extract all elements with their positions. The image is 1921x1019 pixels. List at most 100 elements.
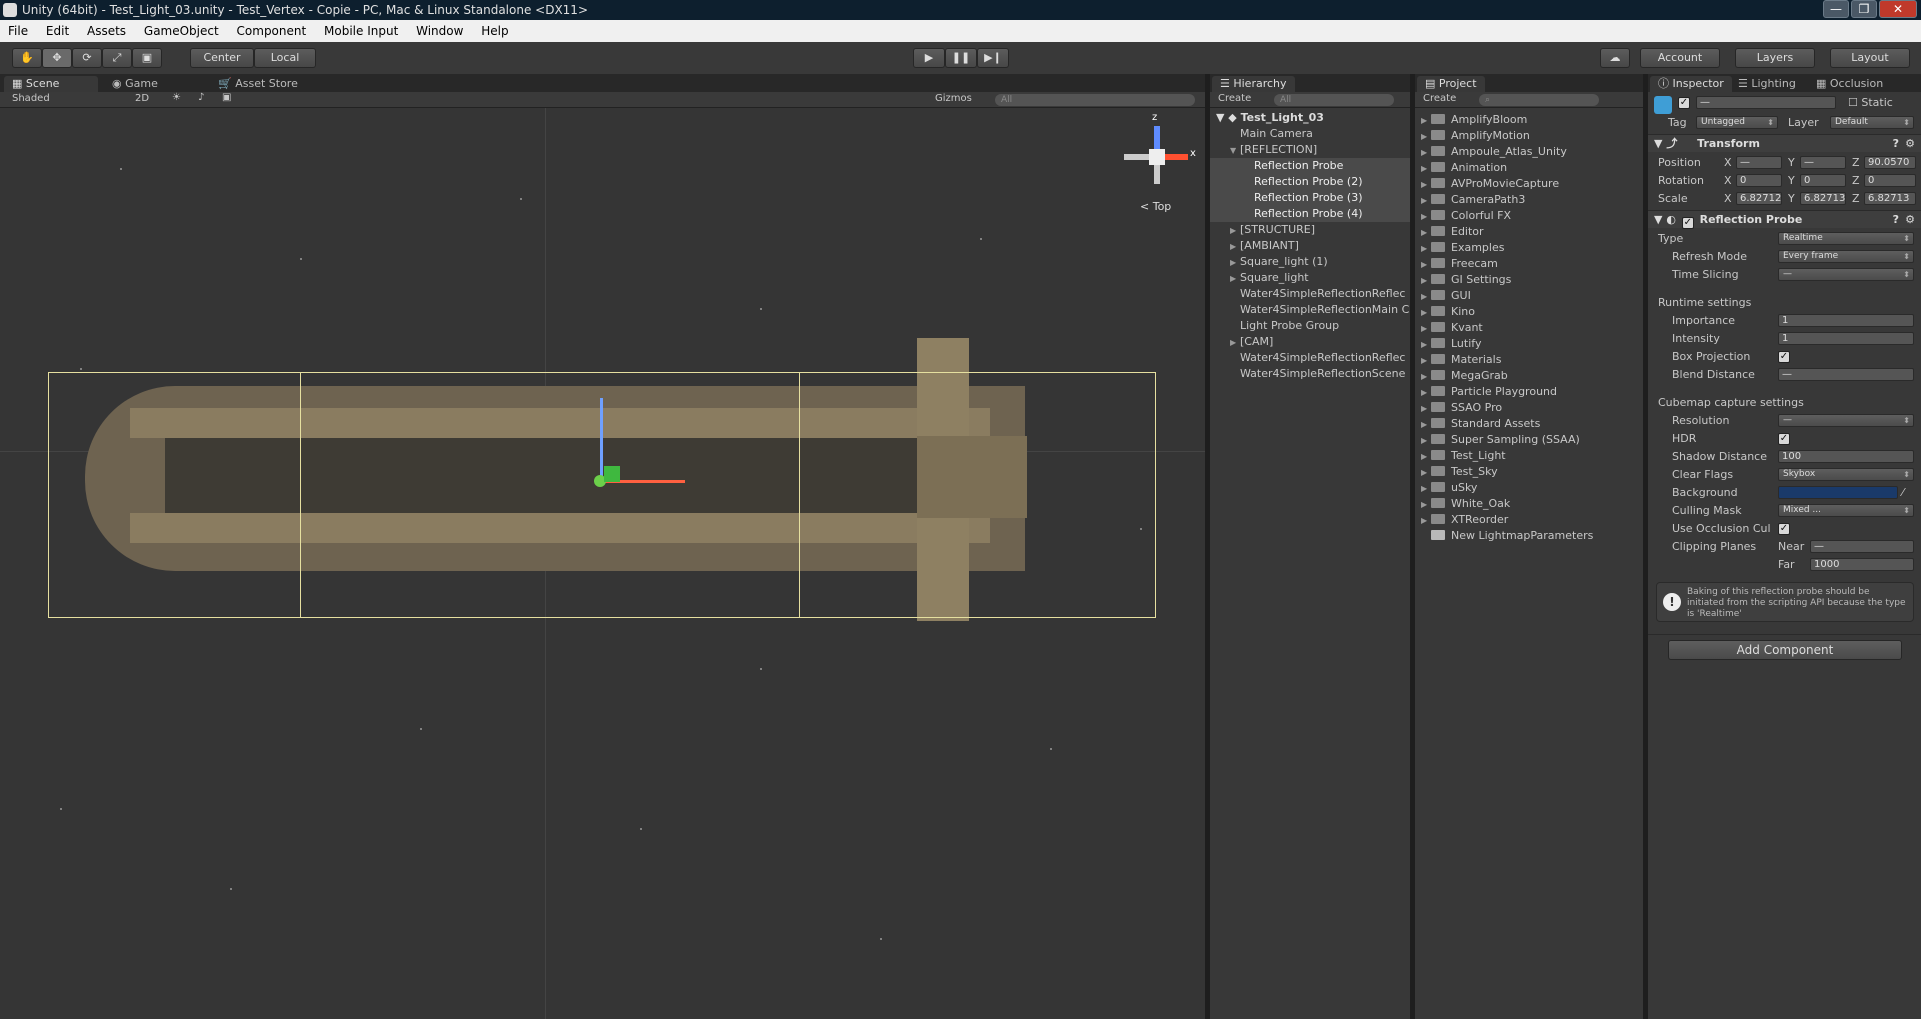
expand-arrow-icon[interactable]: ▼ [1230, 143, 1240, 158]
menu-window[interactable]: Window [416, 24, 463, 38]
project-folder-item[interactable]: ▶ GUI [1415, 288, 1643, 304]
gear-icon[interactable]: ⚙ [1905, 211, 1915, 229]
project-folder-item[interactable]: ▶ uSky [1415, 480, 1643, 496]
expand-arrow-icon[interactable]: ▶ [1421, 113, 1431, 128]
expand-arrow-icon[interactable]: ▶ [1421, 209, 1431, 224]
maximize-button[interactable]: ❐ [1851, 0, 1877, 18]
hierarchy-item[interactable]: Reflection Probe (4) [1210, 206, 1410, 222]
hierarchy-item[interactable]: Reflection Probe [1210, 158, 1410, 174]
tab-asset-store[interactable]: 🛒 Asset Store [210, 76, 306, 92]
pause-button-icon[interactable]: ❚❚ [945, 48, 977, 68]
project-folder-item[interactable]: ▶ AVProMovieCapture [1415, 176, 1643, 192]
scene-viewport[interactable]: z x < Top [0, 108, 1205, 1019]
project-folder-item[interactable]: ▶ MegaGrab [1415, 368, 1643, 384]
project-folder-item[interactable]: ▶ AmplifyBloom [1415, 112, 1643, 128]
project-folder-item[interactable]: ▶ Kino [1415, 304, 1643, 320]
expand-arrow-icon[interactable]: ▶ [1421, 369, 1431, 384]
project-folder-item[interactable]: ▶ SSAO Pro [1415, 400, 1643, 416]
menu-assets[interactable]: Assets [87, 24, 126, 38]
object-name-field[interactable]: — [1696, 96, 1836, 109]
gizmos-dropdown[interactable]: Gizmos [935, 93, 972, 104]
expand-arrow-icon[interactable]: ▶ [1421, 465, 1431, 480]
menu-file[interactable]: File [8, 24, 28, 38]
expand-arrow-icon[interactable]: ▶ [1421, 129, 1431, 144]
scale-y-field[interactable]: 6.82713 [1800, 192, 1846, 205]
cloud-icon[interactable]: ☁ [1600, 48, 1630, 68]
rotate-tool-icon[interactable]: ⟳ [72, 48, 102, 68]
tab-game[interactable]: ◉ Game [104, 76, 166, 92]
project-folder-item[interactable]: ▶ Editor [1415, 224, 1643, 240]
expand-arrow-icon[interactable]: ▶ [1421, 273, 1431, 288]
project-folder-item[interactable]: ▶ Super Sampling (SSAA) [1415, 432, 1643, 448]
expand-arrow-icon[interactable]: ▶ [1421, 337, 1431, 352]
tab-occlusion[interactable]: ▦ Occlusion [1808, 76, 1891, 92]
hierarchy-item[interactable]: ▶ Square_light (1) [1210, 254, 1410, 270]
layer-dropdown[interactable]: Default [1830, 116, 1914, 129]
project-folder-item[interactable]: ▶ AmplifyMotion [1415, 128, 1643, 144]
hierarchy-item[interactable]: Water4SimpleReflectionMain C [1210, 302, 1410, 318]
layout-dropdown[interactable]: Layout [1830, 48, 1910, 68]
audio-toggle-icon[interactable]: ♪ [198, 92, 204, 103]
hierarchy-item[interactable]: Reflection Probe (3) [1210, 190, 1410, 206]
tab-project[interactable]: ▤ Project [1417, 76, 1485, 92]
project-asset-item[interactable]: New LightmapParameters [1415, 528, 1643, 544]
hierarchy-create-dropdown[interactable]: Create [1218, 93, 1251, 104]
help-icon[interactable]: ? [1893, 211, 1899, 229]
rotation-x-field[interactable]: 0 [1736, 174, 1782, 187]
importance-field[interactable]: 1 [1778, 314, 1914, 327]
position-x-field[interactable]: — [1736, 156, 1782, 169]
shadow-distance-field[interactable]: 100 [1778, 450, 1914, 463]
layers-dropdown[interactable]: Layers [1735, 48, 1815, 68]
project-folder-item[interactable]: ▶ Freecam [1415, 256, 1643, 272]
resolution-dropdown[interactable]: — [1778, 414, 1914, 427]
move-handle-plane[interactable] [604, 466, 620, 482]
expand-arrow-icon[interactable]: ▶ [1421, 257, 1431, 272]
menu-help[interactable]: Help [481, 24, 508, 38]
tab-lighting[interactable]: ☰ Lighting [1730, 76, 1804, 92]
clear-flags-dropdown[interactable]: Skybox [1778, 468, 1914, 481]
project-folder-item[interactable]: ▶ Animation [1415, 160, 1643, 176]
minimize-button[interactable]: — [1823, 0, 1849, 18]
expand-arrow-icon[interactable]: ▶ [1421, 289, 1431, 304]
tab-hierarchy[interactable]: ☰ Hierarchy [1212, 76, 1295, 92]
hierarchy-item[interactable]: ▶ Square_light [1210, 270, 1410, 286]
reflection-probe-header[interactable]: ▼ ◐ ✓ Reflection Probe ? ⚙ [1648, 210, 1921, 229]
menu-gameobject[interactable]: GameObject [144, 24, 219, 38]
expand-arrow-icon[interactable]: ▶ [1421, 145, 1431, 160]
menu-mobile-input[interactable]: Mobile Input [324, 24, 398, 38]
project-folder-item[interactable]: ▶ Materials [1415, 352, 1643, 368]
project-folder-item[interactable]: ▶ Kvant [1415, 320, 1643, 336]
2d-toggle[interactable]: 2D [135, 93, 149, 104]
expand-arrow-icon[interactable]: ▶ [1230, 239, 1240, 254]
step-button-icon[interactable]: ▶❙ [977, 48, 1009, 68]
play-button-icon[interactable]: ▶ [913, 48, 945, 68]
expand-arrow-icon[interactable]: ▶ [1421, 353, 1431, 368]
expand-arrow-icon[interactable]: ▶ [1421, 225, 1431, 240]
expand-arrow-icon[interactable]: ▶ [1421, 401, 1431, 416]
project-folder-item[interactable]: ▶ CameraPath3 [1415, 192, 1643, 208]
project-folder-item[interactable]: ▶ Test_Light [1415, 448, 1643, 464]
hierarchy-item[interactable]: Reflection Probe (2) [1210, 174, 1410, 190]
intensity-field[interactable]: 1 [1778, 332, 1914, 345]
expand-arrow-icon[interactable]: ▶ [1230, 255, 1240, 270]
expand-arrow-icon[interactable]: ▶ [1230, 271, 1240, 286]
project-folder-item[interactable]: ▶ Examples [1415, 240, 1643, 256]
add-component-button[interactable]: Add Component [1668, 640, 1902, 660]
type-dropdown[interactable]: Realtime [1778, 232, 1914, 245]
project-folder-item[interactable]: ▶ White_Oak [1415, 496, 1643, 512]
close-button[interactable]: ✕ [1879, 0, 1917, 18]
hierarchy-item[interactable]: ▼ [REFLECTION] [1210, 142, 1410, 158]
expand-arrow-icon[interactable]: ▶ [1421, 241, 1431, 256]
hierarchy-item[interactable]: Water4SimpleReflectionReflec [1210, 350, 1410, 366]
hierarchy-item[interactable]: ▶ [CAM] [1210, 334, 1410, 350]
scale-x-field[interactable]: 6.82712 [1736, 192, 1782, 205]
expand-arrow-icon[interactable]: ▶ [1230, 335, 1240, 350]
expand-arrow-icon[interactable]: ▶ [1421, 449, 1431, 464]
hierarchy-item[interactable]: Light Probe Group [1210, 318, 1410, 334]
project-folder-item[interactable]: ▶ Colorful FX [1415, 208, 1643, 224]
expand-arrow-icon[interactable]: ▶ [1421, 193, 1431, 208]
expand-arrow-icon[interactable]: ▶ [1421, 177, 1431, 192]
box-projection-checkbox[interactable]: ✓ [1778, 351, 1790, 363]
expand-arrow-icon[interactable]: ▶ [1421, 305, 1431, 320]
rotation-y-field[interactable]: 0 [1800, 174, 1846, 187]
